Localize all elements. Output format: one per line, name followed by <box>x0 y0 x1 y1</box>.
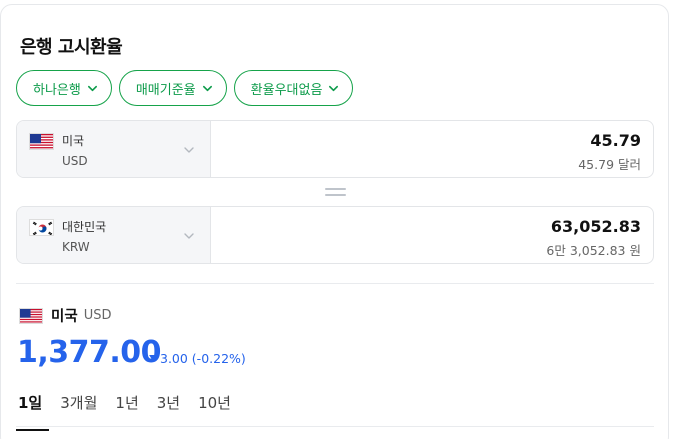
chevron-down-icon <box>329 85 339 91</box>
from-currency-code: USD <box>62 154 88 168</box>
rate-type-filter-chip[interactable]: 매매기준율 <box>118 70 227 106</box>
chevron-down-icon <box>202 85 212 91</box>
equals-icon <box>325 188 346 197</box>
from-currency-row: 미국 USD 45.79 45.79 달러 <box>16 120 654 178</box>
preferential-rate-filter-label: 환율우대없음 <box>250 82 323 98</box>
chevron-down-icon <box>87 85 97 91</box>
tab-3-months[interactable]: 3개월 <box>60 392 97 428</box>
tab-1-year[interactable]: 1년 <box>115 392 138 428</box>
to-amount-text: 6만 3,052.83 원 <box>546 243 641 258</box>
to-currency-row: 대한민국 KRW 63,052.83 6만 3,052.83 원 <box>16 206 654 264</box>
tab-underline-divider <box>16 426 654 427</box>
to-country-name: 대한민국 <box>62 220 107 234</box>
rate-type-filter-label: 매매기준율 <box>135 82 196 98</box>
us-flag-icon <box>19 307 43 324</box>
exchange-rate-value: 1,377.00 <box>17 335 162 370</box>
page-title: 은행 고시환율 <box>20 37 123 58</box>
to-currency-code: KRW <box>62 240 90 254</box>
rate-header: 미국 USD <box>19 305 111 326</box>
bank-filter-chip[interactable]: 하나은행 <box>16 70 112 106</box>
kr-flag-icon <box>29 219 54 236</box>
to-amount-value: 63,052.83 <box>550 217 641 236</box>
rate-country-name: 미국 <box>51 309 78 325</box>
to-amount-input[interactable]: 63,052.83 6만 3,052.83 원 <box>211 207 653 263</box>
down-triangle-icon <box>149 355 158 362</box>
from-amount-value: 45.79 <box>590 131 641 150</box>
from-amount-text: 45.79 달러 <box>578 157 641 172</box>
from-amount-input[interactable]: 45.79 45.79 달러 <box>211 121 653 177</box>
tab-10-years[interactable]: 10년 <box>198 392 231 428</box>
section-divider <box>16 283 654 284</box>
filter-chips: 하나은행 매매기준율 환율우대없음 <box>16 70 354 106</box>
rate-change-text: 3.00 (-0.22%) <box>160 351 246 366</box>
rate-currency-code: USD <box>83 308 112 323</box>
tab-1-day[interactable]: 1일 <box>15 392 50 431</box>
chevron-down-icon <box>184 147 194 153</box>
chevron-down-icon <box>184 233 194 239</box>
period-tabs: 1일 3개월 1년 3년 10년 <box>15 392 231 431</box>
tab-3-years[interactable]: 3년 <box>157 392 180 428</box>
exchange-rate-card: 은행 고시환율 하나은행 매매기준율 환율우대없음 미국 USD 45.79 4… <box>0 4 669 439</box>
to-currency-select[interactable]: 대한민국 KRW <box>17 207 211 263</box>
from-country-name: 미국 <box>62 134 85 148</box>
bank-filter-label: 하나은행 <box>33 82 81 98</box>
us-flag-icon <box>29 133 54 150</box>
preferential-rate-filter-chip[interactable]: 환율우대없음 <box>233 70 354 106</box>
rate-change: 3.00 (-0.22%) <box>149 351 246 366</box>
from-currency-select[interactable]: 미국 USD <box>17 121 211 177</box>
